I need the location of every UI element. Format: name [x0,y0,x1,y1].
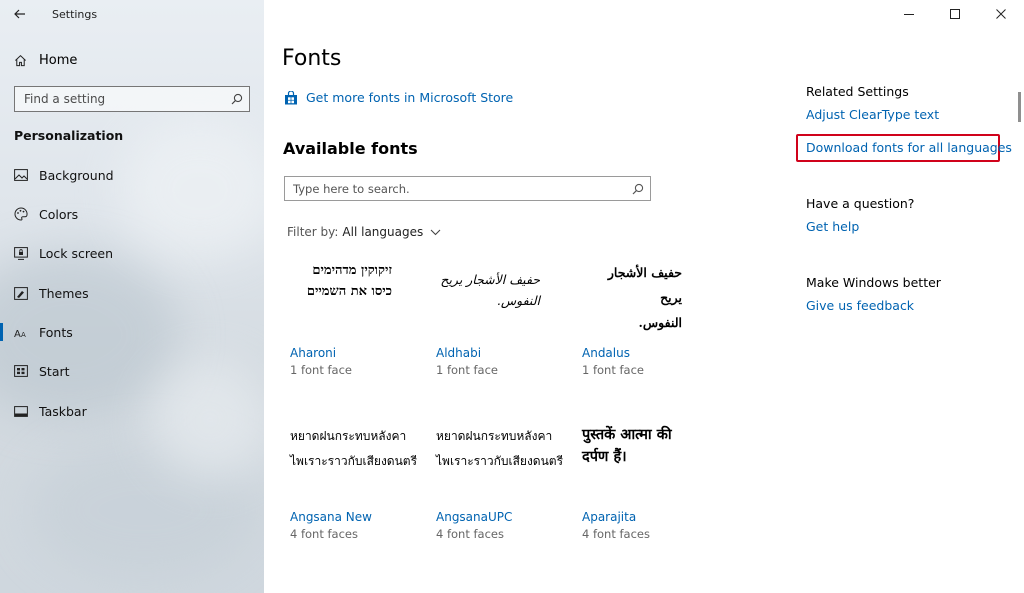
sidebar-item-label: Fonts [39,324,73,340]
font-sample: זיקוקין מדהימים כיסו את השמיים [306,263,392,300]
taskbar-icon [14,404,28,418]
image-icon [14,168,28,182]
window-controls [886,0,1024,28]
font-face-count: 1 font face [436,363,499,377]
chevron-down-icon [430,229,441,236]
window-title: Settings [52,7,98,21]
font-tile-andalus[interactable]: حفيف الأشجار يريح النفوس. Andalus 1 font… [582,260,722,377]
download-fonts-link[interactable]: Download fonts for all languages [806,140,1012,155]
search-icon[interactable] [626,183,650,195]
sidebar-item-fonts[interactable]: AA Fonts [0,318,264,346]
store-bag-icon [285,90,297,104]
sidebar-item-home[interactable]: Home [0,46,264,74]
back-button[interactable] [0,0,40,28]
font-name: Aharoni [290,346,337,360]
font-face-count: 4 font faces [290,527,358,541]
minimize-button[interactable] [886,0,932,28]
sidebar-item-label: Themes [39,285,89,301]
font-sample: หยาดฝนกระทบหลังคา ไพเราะราวกับเสียงดนตรี [290,429,418,469]
sidebar-item-taskbar[interactable]: Taskbar [0,397,264,425]
have-a-question-heading: Have a question? [806,196,915,211]
sidebar-item-lock-screen[interactable]: Lock screen [0,239,264,267]
home-icon [15,54,26,66]
font-sample: पुस्तकें आत्मा की दर्पण हैं। [582,426,672,466]
store-link-label: Get more fonts in Microsoft Store [306,90,514,105]
brush-icon [14,286,28,300]
font-face-count: 1 font face [290,363,353,377]
sidebar-item-themes[interactable]: Themes [0,279,264,307]
font-name: Aparajita [582,510,637,524]
font-sample: حفيف الأشجار يريح النفوس. [440,272,540,308]
palette-icon [14,207,28,221]
font-tile-aparajita[interactable]: पुस्तकें आत्मा की दर्पण हैं। Aparajita 4… [582,424,722,541]
sidebar-item-background[interactable]: Background [0,161,264,189]
font-name: AngsanaUPC [436,510,513,524]
font-sample: حفيف الأشجار يريح النفوس. [607,265,682,330]
font-sample: หยาดฝนกระทบหลังคา ไพเราะราวกับเสียงดนตรี [436,429,564,469]
font-tile-aharoni[interactable]: זיקוקין מדהימים כיסו את השמיים Aharoni 1… [290,260,430,377]
section-heading-personalization: Personalization [14,128,124,143]
find-setting-input[interactable] [24,92,225,106]
filter-label: Filter by: [287,225,339,239]
get-more-fonts-link[interactable]: Get more fonts in Microsoft Store [284,90,513,105]
font-tile-angsana-new[interactable]: หยาดฝนกระทบหลังคา ไพเราะราวกับเสียงดนตรี… [290,424,430,541]
sidebar-item-label: Taskbar [39,403,87,419]
find-setting-search[interactable] [14,86,250,112]
font-face-count: 1 font face [582,363,645,377]
sidebar-item-colors[interactable]: Colors [0,200,264,228]
font-name: Andalus [582,346,630,360]
fonts-icon: AA [14,325,28,339]
sidebar-item-label: Start [39,363,70,379]
close-icon [996,9,1006,19]
font-tile-angsanaupc[interactable]: หยาดฝนกระทบหลังคา ไพเราะราวกับเสียงดนตรี… [436,424,576,541]
title-bar: Settings [0,0,264,28]
available-fonts-heading: Available fonts [283,139,418,158]
filter-by-languages[interactable]: Filter by: All languages [287,225,441,239]
font-tile-aldhabi[interactable]: حفيف الأشجار يريح النفوس. Aldhabi 1 font… [436,260,576,377]
svg-text:A: A [14,329,21,338]
sidebar: Settings Home Personalization Background [0,0,264,593]
font-name: Angsana New [290,510,372,524]
sidebar-item-label: Colors [39,206,79,222]
make-windows-better-heading: Make Windows better [806,275,941,290]
font-face-count: 4 font faces [436,527,504,541]
sidebar-item-label: Background [39,167,114,183]
maximize-button[interactable] [932,0,978,28]
related-settings-heading: Related Settings [806,84,909,99]
get-help-link[interactable]: Get help [806,219,859,234]
svg-text:A: A [21,331,26,338]
back-arrow-icon [14,9,25,19]
font-search-input[interactable] [293,181,626,196]
font-search-box[interactable] [284,176,651,201]
scrollbar-thumb[interactable] [1018,92,1021,122]
maximize-icon [950,9,960,19]
home-label: Home [39,52,78,68]
main-content: Fonts Get more fonts in Microsoft Store … [264,0,1024,593]
filter-value: All languages [342,225,424,239]
start-grid-icon [14,364,28,378]
search-icon[interactable] [225,93,249,105]
page-title: Fonts [282,46,342,71]
give-feedback-link[interactable]: Give us feedback [806,298,914,313]
font-face-count: 4 font faces [582,527,650,541]
close-button[interactable] [978,0,1024,28]
lock-screen-icon [14,246,28,260]
sidebar-item-label: Lock screen [39,245,114,261]
sidebar-item-start[interactable]: Start [0,357,264,385]
minimize-icon [904,14,914,15]
font-name: Aldhabi [436,346,482,360]
adjust-cleartype-link[interactable]: Adjust ClearType text [806,107,939,122]
